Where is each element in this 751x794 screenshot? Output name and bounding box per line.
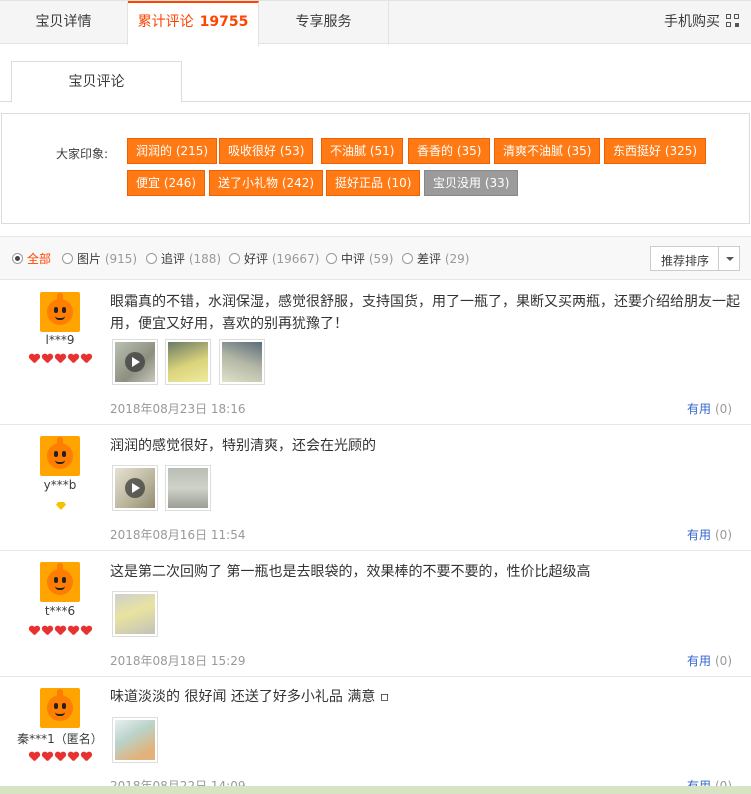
rank-hearts-icon bbox=[29, 626, 99, 636]
filter-images[interactable]: 图片 (915) bbox=[62, 250, 137, 267]
review-text: 润润的感觉很好，特别清爽，还会在光顾的 bbox=[110, 438, 376, 454]
reviewer-name: 秦***1（匿名） bbox=[17, 732, 103, 746]
useful-link: 有用 bbox=[686, 528, 711, 542]
review-text: 味道淡淡的 很好闻 还送了好多小礼品 满意 ▫ bbox=[110, 689, 390, 705]
reviewer-name: t***6 bbox=[44, 604, 76, 618]
sort-dropdown[interactable]: 推荐排序 bbox=[650, 246, 740, 271]
useful-button[interactable]: 有用 (0) bbox=[687, 400, 732, 417]
filter-neutral[interactable]: 中评 (59) bbox=[326, 250, 393, 267]
filter-label: 追评 bbox=[161, 252, 186, 266]
filter-label: 全部 bbox=[27, 252, 52, 266]
filter-label: 图片 bbox=[77, 252, 102, 266]
tab-item-detail[interactable]: 宝贝详情 bbox=[0, 1, 128, 45]
review-text: 眼霜真的不错，水润保湿，感觉很舒服，支持国货，用了一瓶了，果断又买两瓶，还要介绍… bbox=[110, 294, 740, 332]
tab-reviews[interactable]: 累计评论 19755 bbox=[128, 1, 259, 46]
review-text: 这是第二次回购了 第一瓶也是去眼袋的，效果棒的不要不要的，性价比超级高 bbox=[110, 564, 591, 580]
impression-tag[interactable]: 送了小礼物 (242) bbox=[209, 170, 324, 196]
review-item: y***b 润润的感觉很好，特别清爽，还会在光顾的 2018年08月16日 11… bbox=[0, 425, 751, 551]
radio-icon bbox=[229, 253, 240, 264]
useful-button[interactable]: 有用 (0) bbox=[687, 652, 732, 669]
useful-link: 有用 bbox=[686, 402, 711, 416]
impression-tag[interactable]: 挺好正品 (10) bbox=[326, 170, 421, 196]
useful-link: 有用 bbox=[686, 654, 711, 668]
tab-bar: 宝贝详情 累计评论 19755 专享服务 手机购买 bbox=[0, 0, 751, 46]
qr-code-icon bbox=[726, 14, 739, 27]
radio-icon bbox=[326, 253, 337, 264]
subtab-reviews[interactable]: 宝贝评论 bbox=[11, 61, 182, 103]
filter-positive[interactable]: 好评 (19667) bbox=[229, 250, 319, 267]
filter-count: (188) bbox=[188, 252, 222, 266]
filter-count: (29) bbox=[444, 252, 470, 266]
review-item: l***9 眼霜真的不错，水润保湿，感觉很舒服，支持国货，用了一瓶了，果断又买两… bbox=[0, 281, 751, 425]
sort-label: 推荐排序 bbox=[661, 254, 710, 268]
play-icon bbox=[125, 478, 145, 498]
radio-icon bbox=[402, 253, 413, 264]
useful-count: (0) bbox=[715, 528, 732, 542]
useful-count: (0) bbox=[715, 402, 732, 416]
avatar[interactable] bbox=[40, 436, 80, 476]
mobile-buy-link[interactable]: 手机购买 bbox=[664, 1, 739, 45]
review-image-thumbnail[interactable] bbox=[112, 717, 158, 763]
review-image-thumbnail[interactable] bbox=[219, 339, 265, 385]
review-image-thumbnail[interactable] bbox=[165, 465, 211, 511]
useful-button[interactable]: 有用 (0) bbox=[687, 526, 732, 543]
sort-divider bbox=[718, 247, 719, 270]
impression-tag-negative[interactable]: 宝贝没用 (33) bbox=[424, 170, 519, 196]
review-video-thumbnail[interactable] bbox=[112, 465, 158, 511]
avatar[interactable] bbox=[40, 562, 80, 602]
avatar[interactable] bbox=[40, 292, 80, 332]
tab-reviews-count: 19755 bbox=[199, 14, 249, 30]
review-item: 秦***1（匿名） 味道淡淡的 很好闻 还送了好多小礼品 满意 ▫ 2018年0… bbox=[0, 677, 751, 794]
tab-reviews-label: 累计评论 bbox=[137, 14, 194, 30]
impression-tag[interactable]: 润润的 (215) bbox=[127, 138, 218, 164]
impressions-panel: 大家印象: 润润的 (215) 吸收很好 (53) 不油腻 (51) 香香的 (… bbox=[1, 113, 750, 224]
review-filter-bar: 全部 图片 (915) 追评 (188) 好评 (19667) 中评 (59) … bbox=[0, 236, 751, 280]
filter-count: (19667) bbox=[271, 252, 320, 266]
filter-label: 差评 bbox=[417, 252, 442, 266]
radio-icon bbox=[12, 253, 23, 264]
impressions-label: 大家印象: bbox=[56, 147, 109, 161]
review-video-thumbnail[interactable] bbox=[112, 339, 158, 385]
review-image-thumbnail[interactable] bbox=[112, 591, 158, 637]
review-date: 2018年08月18日 15:29 bbox=[110, 654, 246, 668]
reviewer-name: l***9 bbox=[45, 333, 75, 347]
review-item: t***6 这是第二次回购了 第一瓶也是去眼袋的，效果棒的不要不要的，性价比超级… bbox=[0, 551, 751, 677]
filter-count: (915) bbox=[104, 252, 138, 266]
impression-tag[interactable]: 清爽不油腻 (35) bbox=[494, 138, 601, 164]
impression-tag[interactable]: 吸收很好 (53) bbox=[219, 138, 314, 164]
mobile-buy-label: 手机购买 bbox=[664, 14, 720, 30]
radio-icon bbox=[146, 253, 157, 264]
tab-service[interactable]: 专享服务 bbox=[259, 1, 389, 45]
impression-tag[interactable]: 东西挺好 (325) bbox=[604, 138, 707, 164]
useful-count: (0) bbox=[715, 654, 732, 668]
impression-tag[interactable]: 不油腻 (51) bbox=[321, 138, 404, 164]
play-icon bbox=[125, 352, 145, 372]
rank-hearts-icon bbox=[29, 354, 99, 364]
chevron-down-icon bbox=[726, 257, 734, 261]
avatar[interactable] bbox=[40, 688, 80, 728]
filter-followup[interactable]: 追评 (188) bbox=[146, 250, 221, 267]
review-date: 2018年08月16日 11:54 bbox=[110, 528, 246, 542]
bottom-strip bbox=[0, 786, 751, 794]
filter-count: (59) bbox=[368, 252, 394, 266]
reviewer-name: y***b bbox=[43, 478, 77, 492]
filter-label: 中评 bbox=[341, 252, 366, 266]
rank-diamond-icon bbox=[56, 502, 66, 510]
review-date: 2018年08月23日 18:16 bbox=[110, 402, 246, 416]
review-image-thumbnail[interactable] bbox=[165, 339, 211, 385]
impression-tag[interactable]: 香香的 (35) bbox=[408, 138, 491, 164]
rank-hearts-icon bbox=[29, 752, 99, 762]
filter-negative[interactable]: 差评 (29) bbox=[402, 250, 469, 267]
impression-tag[interactable]: 便宜 (246) bbox=[127, 170, 206, 196]
filter-all[interactable]: 全部 bbox=[12, 250, 51, 267]
filter-label: 好评 bbox=[244, 252, 269, 266]
radio-icon bbox=[62, 253, 73, 264]
